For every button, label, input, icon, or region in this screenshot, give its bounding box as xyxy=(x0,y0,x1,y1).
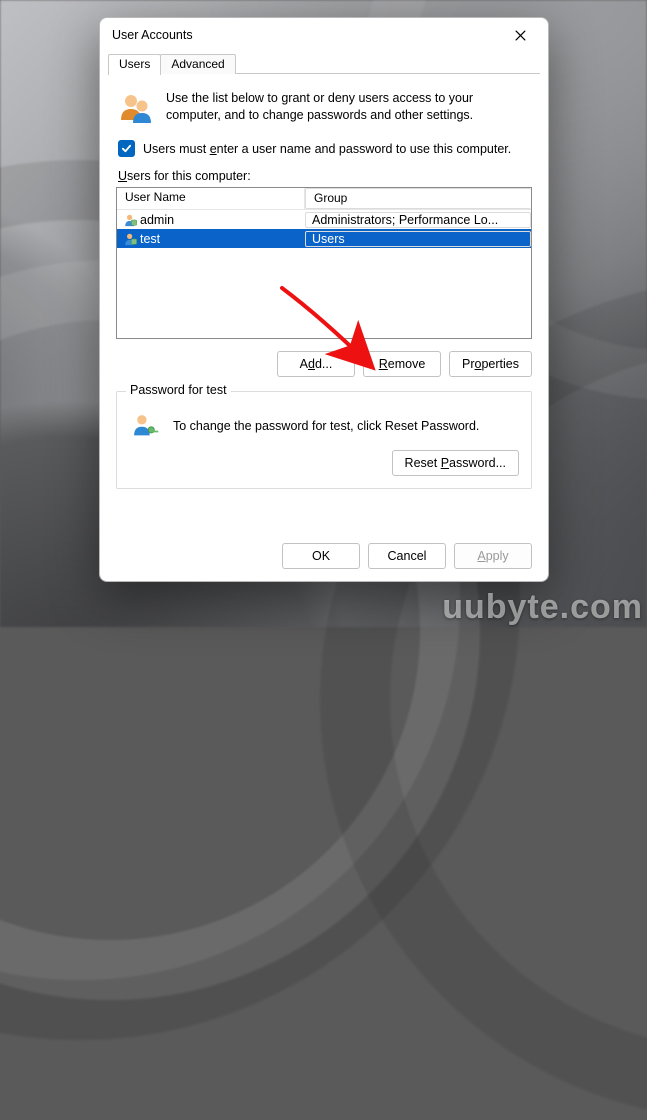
intro-row: Use the list below to grant or deny user… xyxy=(116,86,532,136)
cell-username: test xyxy=(117,232,305,246)
password-group-legend: Password for test xyxy=(126,383,231,397)
user-icon xyxy=(123,213,138,227)
remove-button[interactable]: Remove xyxy=(363,351,441,377)
column-header-group[interactable]: Group xyxy=(305,188,531,209)
table-row[interactable]: test Users xyxy=(117,229,531,248)
must-enter-credentials-label: Users must enter a user name and passwor… xyxy=(143,142,511,156)
add-button[interactable]: Add... xyxy=(277,351,355,377)
cell-group: Users xyxy=(305,231,531,247)
tab-advanced[interactable]: Advanced xyxy=(160,54,235,74)
must-enter-credentials-checkbox[interactable] xyxy=(118,140,135,157)
user-key-icon xyxy=(131,412,159,440)
properties-button[interactable]: Properties xyxy=(449,351,532,377)
user-icon xyxy=(123,232,138,246)
tab-body: Use the list below to grant or deny user… xyxy=(100,74,548,533)
users-list-body: admin Administrators; Performance Lo... … xyxy=(117,210,531,338)
users-list[interactable]: User Name Group admin Administrators; Pe… xyxy=(116,187,532,339)
dialog-button-row: OK Cancel Apply xyxy=(100,533,548,581)
password-group: Password for test To change the password… xyxy=(116,391,532,489)
user-accounts-dialog: User Accounts Users Advanced Use the lis… xyxy=(99,17,549,582)
tab-users[interactable]: Users xyxy=(108,54,161,75)
close-button[interactable] xyxy=(498,21,542,49)
apply-button[interactable]: Apply xyxy=(454,543,532,569)
tabstrip: Users Advanced xyxy=(100,52,548,74)
must-enter-credentials-row: Users must enter a user name and passwor… xyxy=(116,136,532,169)
users-list-label: Users for this computer: xyxy=(116,169,532,187)
table-row[interactable]: admin Administrators; Performance Lo... xyxy=(117,210,531,229)
cell-username: admin xyxy=(117,213,305,227)
titlebar: User Accounts xyxy=(100,18,548,52)
close-icon xyxy=(515,30,526,41)
password-group-row: To change the password for test, click R… xyxy=(129,406,519,450)
users-icon xyxy=(118,90,154,126)
checkmark-icon xyxy=(121,143,132,154)
ok-button[interactable]: OK xyxy=(282,543,360,569)
cancel-button[interactable]: Cancel xyxy=(368,543,446,569)
window-title: User Accounts xyxy=(112,28,498,42)
cell-group: Administrators; Performance Lo... xyxy=(305,212,531,228)
reset-password-button[interactable]: Reset Password... xyxy=(392,450,519,476)
users-list-header: User Name Group xyxy=(117,188,531,210)
intro-text: Use the list below to grant or deny user… xyxy=(166,90,530,126)
column-header-username[interactable]: User Name xyxy=(117,188,305,209)
password-group-text: To change the password for test, click R… xyxy=(173,419,479,433)
